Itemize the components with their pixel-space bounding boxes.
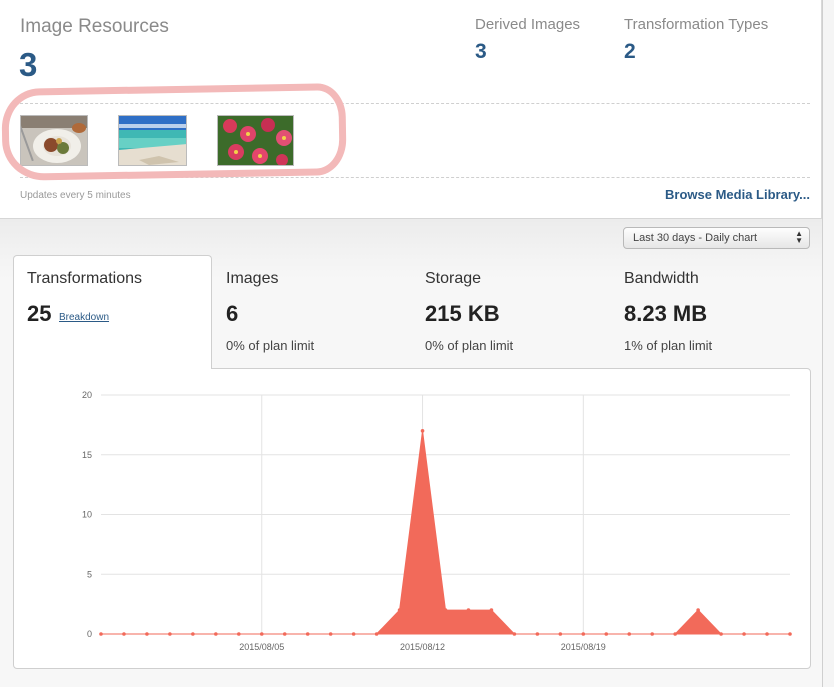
y-tick-label: 10 (82, 510, 92, 520)
data-point (604, 632, 609, 636)
data-point (351, 632, 356, 636)
tab-bandwidth-label[interactable]: Bandwidth (624, 270, 699, 288)
data-point (191, 632, 195, 636)
tab-storage-label[interactable]: Storage (425, 270, 481, 288)
data-point (305, 632, 310, 636)
tab-join (14, 367, 211, 370)
data-point (259, 632, 264, 636)
transformation-types-value: 2 (624, 40, 636, 63)
data-point (742, 632, 746, 636)
data-point (581, 632, 586, 636)
y-tick-label: 0 (87, 629, 92, 639)
tab-images-usage: 0% of plan limit (226, 338, 315, 353)
data-point (696, 608, 700, 612)
derived-images-label: Derived Images (475, 16, 581, 33)
tab-transformations-value: 25 (27, 301, 52, 326)
chart-panel: 0 5 10 15 20 2015/08/05 2015/08/12 2015/08/19 (13, 368, 811, 669)
updates-note: Updates every 5 minutes (20, 190, 131, 201)
series-area (101, 430, 790, 635)
image-resources-title: Image Resources (20, 16, 169, 37)
tab-transformations-label: Transformations (27, 270, 142, 287)
derived-images-value: 3 (475, 40, 487, 63)
data-point (420, 429, 425, 433)
data-point (535, 632, 540, 636)
transformation-types-label: Transformation Types (624, 16, 769, 33)
data-point (650, 632, 654, 636)
data-point (512, 632, 517, 636)
y-tick-label: 5 (87, 569, 92, 579)
data-point (282, 632, 287, 636)
x-tick-label: 2015/08/19 (561, 642, 606, 652)
tab-storage-value: 215 KB (425, 301, 500, 326)
y-tick-label: 15 (82, 450, 92, 460)
tab-bandwidth-value: 8.23 MB (624, 301, 708, 326)
data-point (328, 632, 333, 636)
highlight-annotation (1, 83, 347, 181)
data-point (214, 632, 218, 636)
transformations-chart: 0 5 10 15 20 2015/08/05 2015/08/12 2015/08/19 (82, 390, 792, 652)
x-tick-label: 2015/08/05 (239, 642, 284, 652)
tab-images-value: 6 (226, 301, 239, 326)
data-point (558, 632, 563, 636)
data-point (466, 608, 471, 612)
data-point (788, 632, 792, 636)
image-resources-count: 3 (19, 46, 38, 83)
tab-storage-usage: 0% of plan limit (425, 338, 514, 353)
data-point (168, 632, 172, 636)
data-point (397, 608, 402, 612)
data-point (489, 608, 494, 612)
date-range-value: Last 30 days - Daily chart (633, 232, 758, 244)
data-point (765, 632, 769, 636)
data-point (122, 632, 126, 636)
data-point (374, 632, 379, 636)
tab-bandwidth-usage: 1% of plan limit (624, 338, 713, 353)
date-range-select[interactable]: Last 30 days - Daily chart ▲ ▼ (623, 227, 810, 249)
data-point (719, 632, 723, 636)
data-point (99, 632, 103, 636)
data-point (443, 608, 448, 612)
x-tick-label: 2015/08/12 (400, 642, 445, 652)
y-tick-label: 20 (82, 390, 92, 400)
tab-images-label[interactable]: Images (226, 270, 278, 288)
data-point (237, 632, 241, 636)
browse-media-library-link[interactable]: Browse Media Library... (665, 187, 810, 202)
select-arrows-icon: ▲ ▼ (795, 229, 803, 245)
data-point (145, 632, 149, 636)
data-point (627, 632, 632, 636)
window-edge (822, 0, 834, 687)
breakdown-link[interactable]: Breakdown (59, 312, 109, 323)
data-point (673, 632, 677, 636)
